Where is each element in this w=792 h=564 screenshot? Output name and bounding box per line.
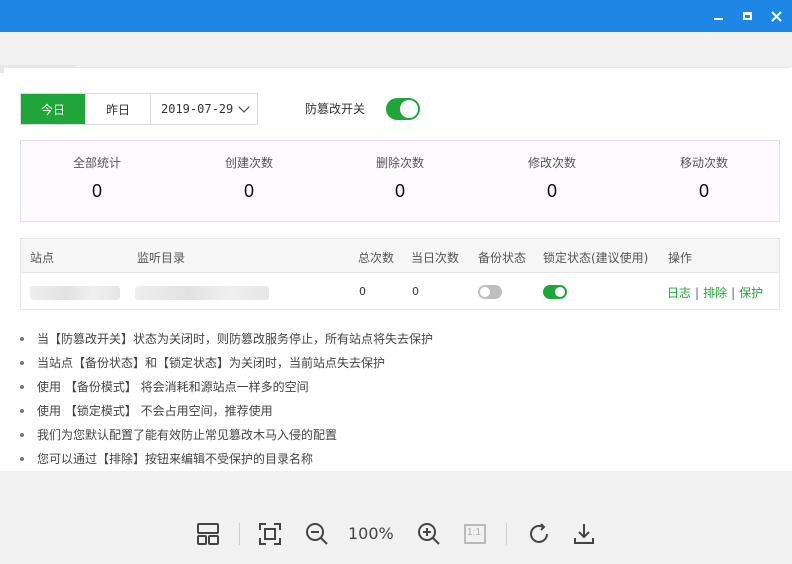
lock-toggle[interactable] [543, 285, 567, 299]
title-bar [0, 0, 792, 32]
help-notes: 当【防篡改开关】状态为关闭时，则防篡改服务停止，所有站点将失去保护 当站点【备份… [20, 332, 433, 476]
minimize-button[interactable] [706, 0, 730, 32]
maximize-icon [742, 12, 752, 20]
backup-toggle[interactable] [478, 285, 502, 299]
site-table: 站点 监听目录 总次数 当日次数 备份状态 锁定状态(建议使用) 操作 0 0 … [20, 238, 780, 310]
col-today: 当日次数 [411, 251, 460, 265]
stat-create: 创建次数 0 [173, 141, 325, 202]
toolbar-divider [239, 523, 240, 545]
toggle-knob [555, 287, 565, 297]
table-row: 0 0 日志 | 排除 | 保护 [21, 273, 779, 310]
action-separator: | [695, 286, 700, 300]
note-item: 使用 【锁定模式】 不会占用空间，推荐使用 [20, 404, 433, 428]
zoom-out-button[interactable] [304, 521, 330, 547]
minimize-icon [713, 18, 723, 20]
tab-strip [0, 32, 792, 73]
note-item: 我们为您默认配置了能有效防止常见篡改木马入侵的配置 [20, 428, 433, 452]
actual-size-label: 1:1 [467, 527, 481, 538]
toggle-knob [480, 287, 490, 297]
today-button[interactable]: 今日 [21, 94, 86, 124]
rotate-icon [530, 523, 548, 543]
stat-value: 0 [243, 181, 254, 201]
stat-label: 创建次数 [224, 156, 273, 170]
tamper-switch[interactable] [386, 98, 420, 120]
date-selector: 今日 昨日 2019-07-29 [20, 93, 258, 125]
col-site: 站点 [30, 251, 55, 265]
viewer-toolbar [0, 471, 792, 564]
yesterday-button[interactable]: 昨日 [86, 94, 151, 124]
zoom-level: 100% [348, 524, 394, 543]
maximize-button[interactable] [735, 0, 759, 32]
action-separator: | [731, 286, 736, 300]
site-name-redacted [30, 286, 120, 300]
stat-value: 0 [91, 181, 102, 201]
col-backup: 备份状态 [478, 251, 527, 265]
close-button[interactable] [764, 0, 788, 32]
log-link[interactable]: 日志 [667, 286, 691, 300]
download-button[interactable] [571, 521, 597, 547]
thumbnails-button[interactable] [195, 521, 221, 547]
row-actions: 日志 | 排除 | 保护 [667, 284, 763, 301]
col-dir: 监听目录 [137, 251, 186, 265]
date-dropdown[interactable]: 2019-07-29 [151, 94, 257, 124]
row-today: 0 [412, 285, 419, 298]
stat-modify: 修改次数 0 [476, 141, 628, 202]
note-item: 当站点【备份状态】和【锁定状态】为关闭时，当前站点失去保护 [20, 356, 433, 380]
col-lock: 锁定状态(建议使用) [543, 251, 649, 265]
close-icon [770, 10, 782, 22]
fit-screen-icon [259, 523, 281, 545]
zoom-out-icon [306, 523, 328, 545]
row-total: 0 [359, 285, 366, 298]
thumbnails-icon [197, 523, 219, 545]
toggle-knob [400, 100, 418, 118]
rotate-button[interactable] [526, 521, 552, 547]
download-icon [574, 524, 594, 544]
note-item: 使用 【备份模式】 将会消耗和源站点一样多的空间 [20, 380, 433, 404]
stats-panel: 全部统计 0 创建次数 0 删除次数 0 修改次数 0 移动次数 0 [20, 140, 780, 222]
date-value: 2019-07-29 [161, 102, 234, 116]
actual-size-button[interactable]: 1:1 [462, 521, 488, 547]
tamper-switch-label: 防篡改开关 [305, 102, 366, 116]
zoom-in-button[interactable] [416, 521, 442, 547]
stat-label: 全部统计 [72, 156, 121, 170]
toolbar-divider [506, 523, 507, 545]
stat-value: 0 [698, 181, 709, 201]
stat-delete: 删除次数 0 [324, 141, 476, 202]
chevron-down-icon [238, 101, 250, 113]
stat-value: 0 [394, 181, 405, 201]
note-item: 当【防篡改开关】状态为关闭时，则防篡改服务停止，所有站点将失去保护 [20, 332, 433, 356]
stat-label: 移动次数 [679, 156, 728, 170]
stat-total: 全部统计 0 [21, 141, 173, 202]
protect-link[interactable]: 保护 [739, 286, 763, 300]
fit-screen-button[interactable] [257, 521, 283, 547]
dir-path-redacted [135, 286, 269, 300]
stat-label: 删除次数 [375, 156, 424, 170]
stat-value: 0 [546, 181, 557, 201]
col-ops: 操作 [668, 251, 693, 265]
zoom-in-icon [418, 523, 440, 545]
stat-label: 修改次数 [527, 156, 576, 170]
col-total: 总次数 [358, 251, 395, 265]
stat-move: 移动次数 0 [628, 141, 780, 202]
table-header: 站点 监听目录 总次数 当日次数 备份状态 锁定状态(建议使用) 操作 [21, 239, 779, 273]
exclude-link[interactable]: 排除 [703, 286, 727, 300]
